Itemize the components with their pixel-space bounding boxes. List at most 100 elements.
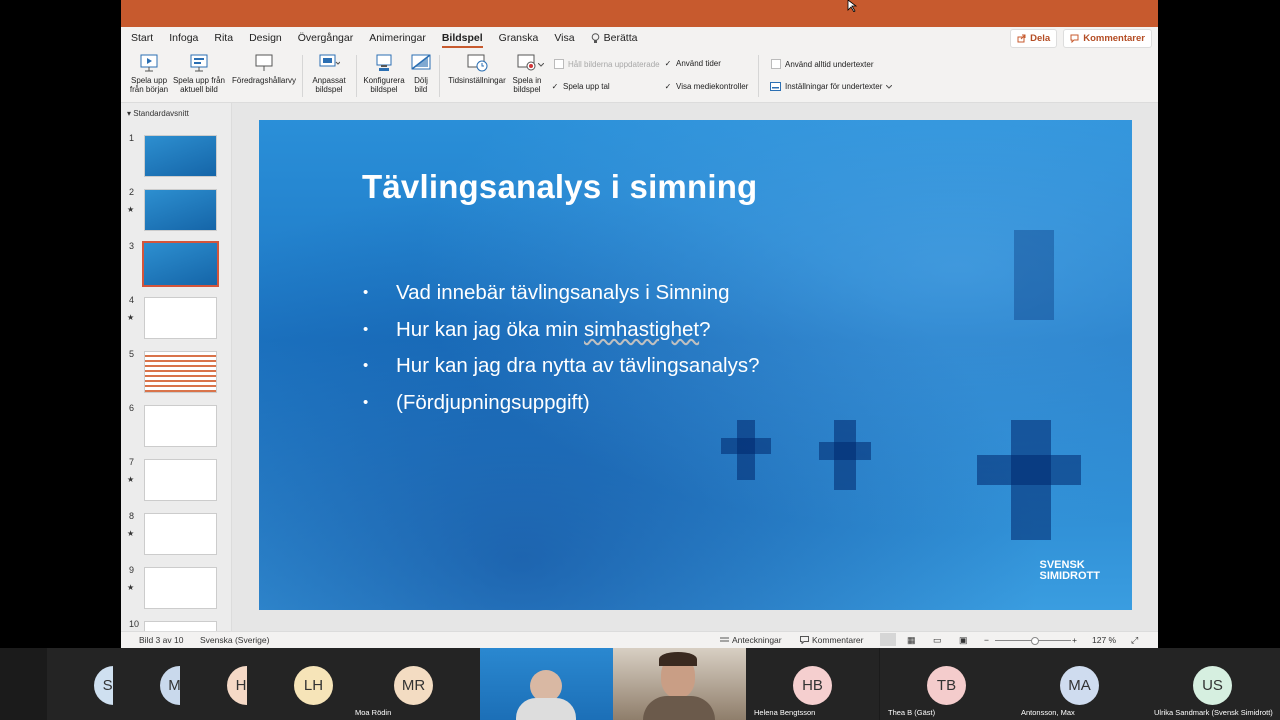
tab-view[interactable]: Visa xyxy=(546,27,582,49)
play-from-current-button[interactable]: Spela upp från aktuell bild xyxy=(171,53,227,94)
tab-start[interactable]: Start xyxy=(123,27,161,49)
tab-review[interactable]: Granska xyxy=(491,27,547,49)
slide-preview xyxy=(144,405,217,447)
hide-slide-button[interactable]: Dölj bild xyxy=(409,53,433,94)
slide-number: 5 xyxy=(129,349,135,359)
avatar: MR xyxy=(394,666,433,705)
participant-tile[interactable]: US Ulrika Sandmark (Svensk Simidrott) xyxy=(1146,648,1280,720)
setup-show-button[interactable]: Konfigurera bildspel xyxy=(361,53,407,94)
slide-preview xyxy=(144,297,217,339)
share-label: Dela xyxy=(1030,33,1051,44)
checkmark-icon: ✓ xyxy=(551,81,559,91)
participant-tile[interactable]: MR Moa Rödin xyxy=(347,648,480,720)
record-slideshow-button[interactable]: Spela in bildspel xyxy=(510,53,544,94)
slide-thumbnail-5[interactable]: 5 xyxy=(121,349,231,397)
show-media-controls-checkbox[interactable]: ✓ Visa mediekontroller xyxy=(664,82,749,91)
participant-tile[interactable]: LH xyxy=(247,648,347,720)
participant-video[interactable] xyxy=(480,648,613,720)
language-indicator[interactable]: Svenska (Sverige) xyxy=(200,635,269,645)
tell-me-box[interactable]: Berätta xyxy=(583,27,646,49)
keep-slides-updated-checkbox[interactable]: Håll bilderna uppdaterade xyxy=(554,59,660,69)
hide-slide-icon xyxy=(411,54,431,70)
zoom-slider-thumb[interactable] xyxy=(1031,637,1039,645)
chevron-down-icon[interactable] xyxy=(538,63,544,67)
participant-tile[interactable]: HB Helena Bengtsson xyxy=(746,648,879,720)
participant-name: Thea B (Gäst) xyxy=(888,708,936,717)
title-bar xyxy=(121,0,1158,27)
current-slide[interactable]: Tävlingsanalys i simning • Vad innebär tä… xyxy=(259,120,1132,610)
keep-slides-updated-label: Håll bilderna uppdaterade xyxy=(568,59,660,69)
always-subtitles-checkbox[interactable]: Använd alltid undertexter xyxy=(771,59,874,69)
avatar: TB xyxy=(927,666,966,705)
slide-thumbnail-9[interactable]: 9 ★ xyxy=(121,565,231,613)
participant-tile[interactable]: TB Thea B (Gäst) xyxy=(880,648,1013,720)
slide-number: 10 xyxy=(129,619,140,629)
slide-preview xyxy=(144,459,217,501)
powerpoint-window: Start Infoga Rita Design Övergångar Anim… xyxy=(121,0,1158,648)
normal-view-button[interactable] xyxy=(880,633,896,646)
tab-slideshow[interactable]: Bildspel xyxy=(434,27,491,49)
participant-video[interactable] xyxy=(613,648,746,720)
svensk-simidrott-logo: SVENSK SIMIDROTT xyxy=(1039,559,1101,582)
use-timings-label: Använd tider xyxy=(676,59,721,68)
custom-show-button[interactable]: Anpassat bildspel xyxy=(307,53,351,94)
slide-editor: Tävlingsanalys i simning • Vad innebär tä… xyxy=(232,103,1158,631)
slide-thumbnail-6[interactable]: 6 xyxy=(121,403,231,451)
use-timings-checkbox[interactable]: ✓ Använd tider xyxy=(664,59,721,68)
slide-thumbnail-1[interactable]: 1 xyxy=(121,133,231,181)
play-narration-checkbox[interactable]: ✓ Spela upp tal xyxy=(551,82,610,91)
slide-thumbnail-10[interactable]: 10 xyxy=(121,619,231,631)
reading-view-icon[interactable]: ▭ xyxy=(933,635,942,646)
notes-icon xyxy=(720,637,729,642)
avatar: LH xyxy=(294,666,333,705)
slide-thumbnail-7[interactable]: 7 ★ xyxy=(121,457,231,505)
play-from-current-label: Spela upp från aktuell bild xyxy=(172,76,226,94)
bullet-item: • Hur kan jag öka min simhastighet? xyxy=(363,317,711,341)
slide-sorter-icon[interactable]: ▦ xyxy=(907,635,916,646)
notes-button[interactable]: Anteckningar xyxy=(720,635,782,645)
tab-insert[interactable]: Infoga xyxy=(161,27,206,49)
lane-marker xyxy=(1014,230,1054,320)
share-button[interactable]: Dela xyxy=(1010,29,1058,48)
play-from-start-button[interactable]: Spela upp från början xyxy=(129,53,169,94)
comments-button[interactable]: Kommentarer xyxy=(1063,29,1152,48)
tab-animations[interactable]: Animeringar xyxy=(361,27,434,49)
custom-show-icon xyxy=(319,54,340,67)
avatar: US xyxy=(1193,666,1232,705)
slide-thumbnail-8[interactable]: 8 ★ xyxy=(121,511,231,559)
participant-name: Moa Rödin xyxy=(355,708,392,717)
slide-thumbnail-2[interactable]: 2 ★ xyxy=(121,187,231,235)
show-media-controls-label: Visa mediekontroller xyxy=(676,82,749,91)
participant-tile[interactable]: MA Antonsson, Max xyxy=(1013,648,1146,720)
presenter-view-button[interactable]: Föredragshållarvy xyxy=(229,53,299,85)
subtitle-settings-dropdown[interactable]: Inställningar för undertexter xyxy=(770,82,893,91)
avatar: HB xyxy=(793,666,832,705)
star-icon: ★ xyxy=(127,313,135,322)
slide-thumbnail-4[interactable]: 4 ★ xyxy=(121,295,231,343)
presenter-view-icon xyxy=(255,54,273,71)
slide-number: 8 xyxy=(129,511,135,521)
zoom-in-button[interactable]: + xyxy=(1072,635,1077,645)
fit-to-window-icon[interactable]: ⤢ xyxy=(1131,635,1138,646)
participant-name: Helena Bengtsson xyxy=(754,708,816,717)
slide-title[interactable]: Tävlingsanalys i simning xyxy=(362,168,757,206)
zoom-level[interactable]: 127 % xyxy=(1092,635,1116,645)
rehearse-timings-button[interactable]: Tidsinställningar xyxy=(446,53,508,85)
slide-counter: Bild 3 av 10 xyxy=(139,635,184,645)
participant-name: Antonsson, Max xyxy=(1021,708,1075,717)
status-comments-button[interactable]: Kommentarer xyxy=(800,635,864,645)
bullet-item: • Hur kan jag dra nytta av tävlingsanalys… xyxy=(363,354,760,377)
tab-transitions[interactable]: Övergångar xyxy=(290,27,361,49)
star-icon: ★ xyxy=(127,583,135,592)
zoom-out-button[interactable]: − xyxy=(984,635,989,645)
bullet-list[interactable]: • Vad innebär tävlingsanalys i Simning • H… xyxy=(363,278,760,424)
slide-number: 3 xyxy=(129,241,135,251)
section-header[interactable]: ▾ Standardavsnitt xyxy=(127,109,189,118)
mouse-cursor-icon xyxy=(847,0,857,12)
tab-draw[interactable]: Rita xyxy=(206,27,241,49)
tab-design[interactable]: Design xyxy=(241,27,290,49)
slide-thumbnail-3[interactable]: 3 xyxy=(121,241,231,289)
slideshow-view-icon[interactable]: ▣ xyxy=(959,635,968,646)
slide-preview xyxy=(144,567,217,609)
spellcheck-word[interactable]: simhastighet xyxy=(584,318,699,341)
